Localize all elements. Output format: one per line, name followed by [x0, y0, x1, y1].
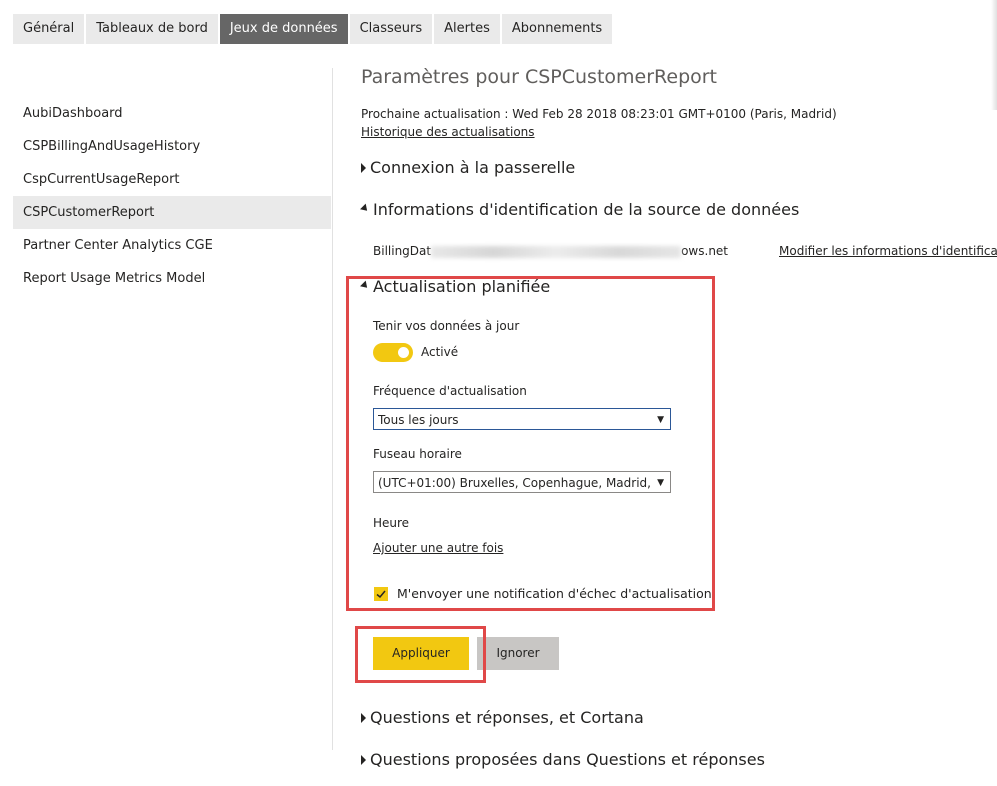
credential-source-prefix: BillingDat: [373, 244, 432, 258]
redacted-blur: [431, 245, 682, 258]
section-label: Informations d'identification de la sour…: [373, 200, 800, 219]
section-data-source-credentials[interactable]: Informations d'identification de la sour…: [360, 200, 800, 219]
section-featured-questions[interactable]: Questions proposées dans Questions et ré…: [361, 750, 765, 769]
dataset-item-partner-center-analytics-cge[interactable]: Partner Center Analytics CGE: [13, 229, 331, 262]
dataset-item-aubidashboard[interactable]: AubiDashboard: [13, 97, 331, 130]
credential-source-suffix: ows.net: [681, 244, 729, 258]
next-refresh-text: Prochaine actualisation : Wed Feb 28 201…: [361, 107, 837, 121]
section-label: Questions proposées dans Questions et ré…: [370, 750, 765, 769]
triangle-right-icon: [361, 162, 366, 173]
dataset-item-cspcurrentusagereport[interactable]: CspCurrentUsageReport: [13, 163, 331, 196]
discard-button[interactable]: Ignorer: [477, 637, 559, 670]
section-gateway-connection[interactable]: Connexion à la passerelle: [361, 158, 575, 177]
dataset-item-cspbillingandusagehistory[interactable]: CSPBillingAndUsageHistory: [13, 130, 331, 163]
tab-dashboards[interactable]: Tableaux de bord: [86, 14, 218, 44]
section-label: Questions et réponses, et Cortana: [370, 708, 644, 727]
tab-general[interactable]: Général: [13, 14, 85, 44]
edit-credentials-link[interactable]: Modifier les informations d'identificati: [779, 244, 997, 258]
credential-source: BillingDat ows.net: [373, 244, 728, 258]
refresh-history-link[interactable]: Historique des actualisations: [361, 125, 535, 139]
triangle-down-icon: [360, 203, 370, 214]
section-label: Connexion à la passerelle: [370, 158, 576, 177]
dataset-settings-panel: Paramètres pour CSPCustomerReport Procha…: [346, 0, 997, 786]
scheduled-refresh-highlight: [346, 276, 715, 611]
dataset-list: AubiDashboard CSPBillingAndUsageHistory …: [13, 97, 331, 295]
page-title: Paramètres pour CSPCustomerReport: [361, 66, 718, 88]
scroll-shadow: [991, 0, 997, 110]
dataset-item-cspcustomerreport[interactable]: CSPCustomerReport: [13, 196, 331, 229]
apply-button-highlight: [355, 626, 486, 683]
sidebar-divider: [332, 68, 333, 750]
triangle-right-icon: [361, 754, 366, 765]
dataset-item-report-usage-metrics-model[interactable]: Report Usage Metrics Model: [13, 262, 331, 295]
triangle-right-icon: [361, 712, 366, 723]
section-qna-cortana[interactable]: Questions et réponses, et Cortana: [361, 708, 644, 727]
tab-datasets[interactable]: Jeux de données: [219, 14, 348, 44]
